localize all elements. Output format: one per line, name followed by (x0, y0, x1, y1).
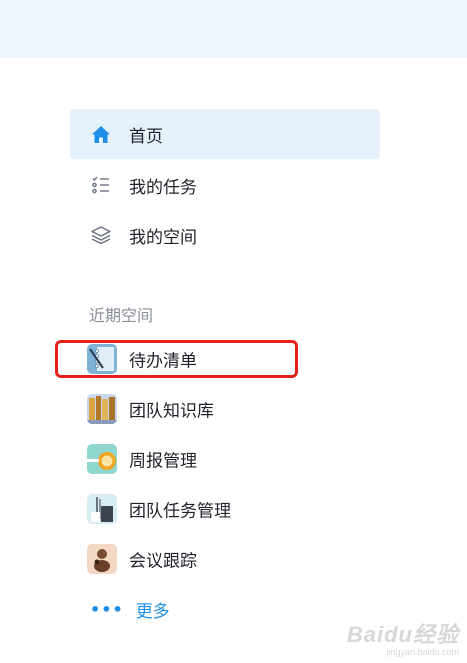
nav-label-home: 首页 (129, 126, 163, 147)
weekly-report-thumbnail (87, 444, 117, 474)
highlight-annotation-box (55, 340, 298, 378)
more-link[interactable]: ••• 更多 (90, 597, 170, 622)
more-label: 更多 (135, 601, 170, 622)
nav-label-my-spaces: 我的空间 (129, 227, 197, 248)
watermark-main: Baidu经验 (346, 622, 459, 647)
recent-spaces-title: 近期空间 (89, 306, 154, 325)
more-dots-icon: ••• (90, 599, 124, 619)
nav-item-my-spaces[interactable]: 我的空间 (70, 210, 380, 260)
knowledge-base-thumbnail (87, 394, 117, 424)
space-item-team-task-management[interactable]: 团队任务管理 (70, 484, 380, 534)
home-icon (90, 123, 112, 145)
team-tasks-thumbnail (87, 494, 117, 524)
watermark: Baidu经验 jingyan.baidu.com (347, 617, 459, 657)
space-label-meeting-tracking: 会议跟踪 (129, 551, 197, 572)
space-item-team-knowledge-base[interactable]: 团队知识库 (70, 384, 380, 434)
space-item-weekly-report[interactable]: 周报管理 (70, 434, 380, 484)
task-list-icon (90, 174, 112, 196)
space-label-team-task-management: 团队任务管理 (129, 501, 231, 522)
nav-item-home[interactable]: 首页 (70, 109, 380, 159)
space-label-team-knowledge-base: 团队知识库 (129, 401, 214, 422)
nav-item-my-tasks[interactable]: 我的任务 (70, 160, 380, 210)
meeting-tracking-thumbnail (87, 544, 117, 574)
space-label-weekly-report: 周报管理 (129, 451, 197, 472)
layers-icon (90, 224, 112, 246)
nav-label-my-tasks: 我的任务 (129, 177, 197, 198)
space-item-meeting-tracking[interactable]: 会议跟踪 (70, 534, 380, 584)
top-header-band (0, 0, 467, 58)
